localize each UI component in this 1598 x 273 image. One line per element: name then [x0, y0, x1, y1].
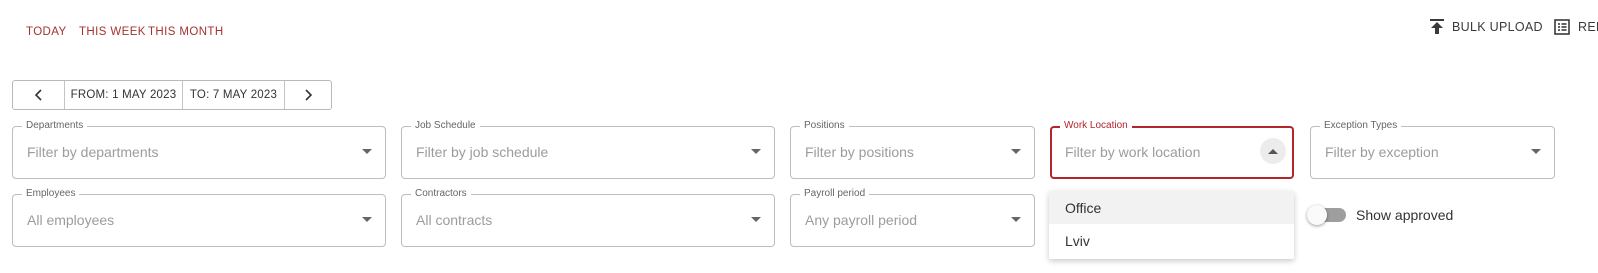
job-schedule-placeholder: Filter by job schedule [416, 144, 549, 160]
employees-select[interactable]: Employees All employees [12, 188, 386, 247]
toggle-thumb[interactable] [1307, 205, 1327, 225]
departments-placeholder: Filter by departments [27, 144, 159, 160]
bulk-upload-button[interactable]: BULK UPLOAD [1430, 17, 1543, 37]
employees-placeholder: All employees [27, 212, 115, 228]
toggle-track[interactable] [1307, 205, 1346, 225]
date-to[interactable]: TO: 7 MAY 2023 [182, 81, 284, 109]
top-actions: BULK UPLOAD REPORTS [1338, 17, 1598, 37]
employees-label: Employees [22, 188, 80, 200]
next-week-button[interactable] [284, 81, 331, 109]
contractors-placeholder: All contracts [416, 212, 493, 228]
dropdown-arrow-icon [362, 217, 372, 222]
this-week-link[interactable]: THIS WEEK [79, 26, 146, 38]
prev-week-button[interactable] [13, 81, 64, 109]
payroll-period-placeholder: Any payroll period [805, 212, 918, 228]
dropdown-arrow-icon [1011, 149, 1021, 154]
exception-types-label: Exception Types [1320, 120, 1402, 132]
dropdown-arrow-icon [751, 217, 761, 222]
exception-types-placeholder: Filter by exception [1325, 144, 1439, 160]
contractors-label: Contractors [411, 188, 471, 200]
date-from[interactable]: FROM: 1 MAY 2023 [64, 81, 182, 109]
contractors-select[interactable]: Contractors All contracts [401, 188, 775, 247]
dropdown-arrow-up-icon [1268, 148, 1278, 154]
work-location-option-office[interactable]: Office [1049, 191, 1294, 224]
show-approved-label: Show approved [1356, 207, 1454, 223]
this-month-link[interactable]: THIS MONTH [148, 26, 224, 38]
reports-button[interactable]: REPORTS [1554, 17, 1598, 37]
work-location-placeholder: Filter by work location [1065, 144, 1201, 160]
work-location-option-lviv[interactable]: Lviv [1049, 224, 1294, 257]
payroll-period-label: Payroll period [800, 188, 870, 200]
upload-icon [1430, 19, 1444, 34]
job-schedule-select[interactable]: Job Schedule Filter by job schedule [401, 120, 775, 179]
payroll-period-select[interactable]: Payroll period Any payroll period [790, 188, 1035, 247]
departments-select[interactable]: Departments Filter by departments [12, 120, 386, 179]
exception-types-select[interactable]: Exception Types Filter by exception [1310, 120, 1555, 179]
dropdown-arrow-icon [751, 149, 761, 154]
collapse-button[interactable] [1260, 138, 1286, 164]
work-location-menu: Office Lviv [1049, 191, 1294, 259]
positions-label: Positions [800, 120, 849, 132]
positions-select[interactable]: Positions Filter by positions [790, 120, 1035, 179]
work-location-label: Work Location [1060, 120, 1132, 132]
dropdown-arrow-icon [362, 149, 372, 154]
date-range-navigator: FROM: 1 MAY 2023 TO: 7 MAY 2023 [12, 80, 332, 110]
positions-placeholder: Filter by positions [805, 144, 914, 160]
work-location-select[interactable]: Work Location Filter by work location [1050, 120, 1294, 179]
chevron-left-icon [34, 89, 42, 101]
departments-label: Departments [22, 120, 88, 132]
reports-label: REPORTS [1578, 20, 1598, 34]
bulk-upload-label: BULK UPLOAD [1452, 20, 1543, 34]
job-schedule-label: Job Schedule [411, 120, 480, 132]
dropdown-arrow-icon [1011, 217, 1021, 222]
list-report-icon [1554, 19, 1570, 35]
today-link[interactable]: TODAY [26, 26, 67, 38]
show-approved-toggle[interactable]: Show approved [1307, 205, 1454, 225]
chevron-right-icon [305, 89, 313, 101]
dropdown-arrow-icon [1531, 149, 1541, 154]
